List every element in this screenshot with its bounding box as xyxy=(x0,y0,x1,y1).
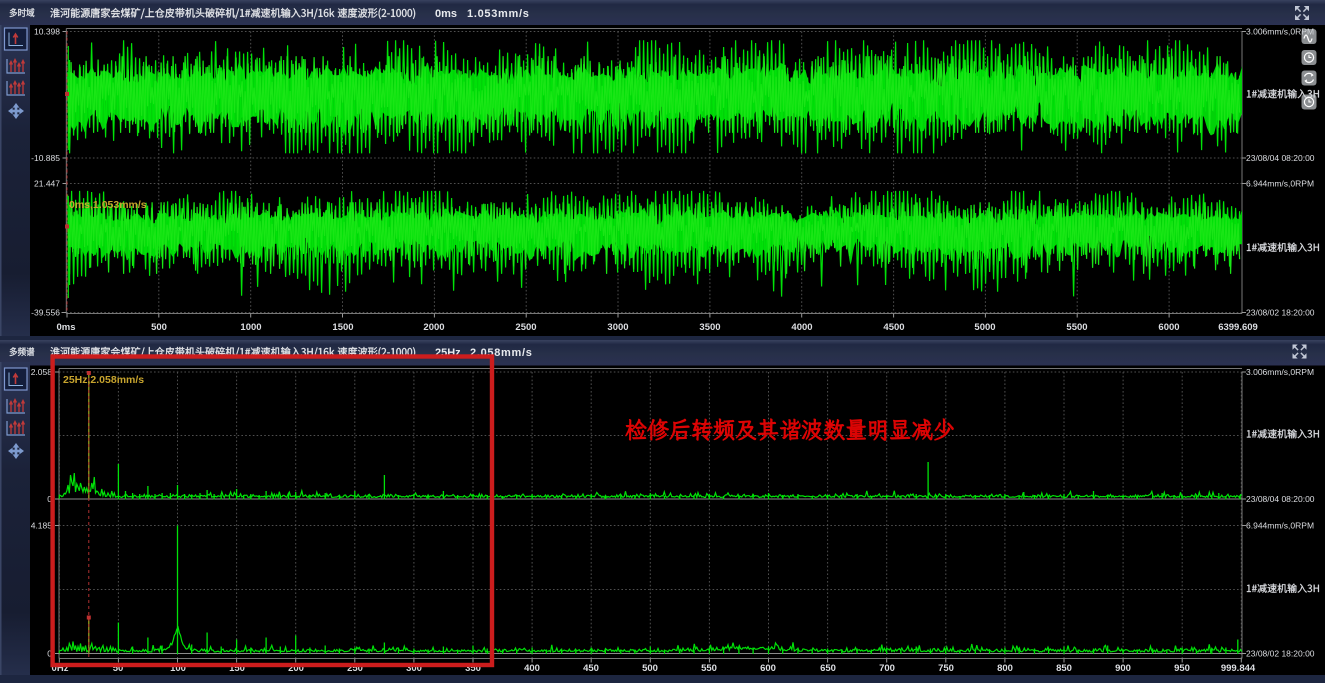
svg-text:2500: 2500 xyxy=(515,322,536,333)
svg-text:500: 500 xyxy=(151,322,167,333)
svg-text:3500: 3500 xyxy=(699,322,720,333)
svg-text:850: 850 xyxy=(1056,663,1072,674)
svg-text:-39.556: -39.556 xyxy=(31,308,60,318)
svg-text:-10.885: -10.885 xyxy=(31,153,60,163)
svg-text:5000: 5000 xyxy=(974,322,995,333)
svg-text:999.844: 999.844 xyxy=(1221,663,1256,674)
svg-text:1500: 1500 xyxy=(332,322,353,333)
svg-text:1.053mm/s: 1.053mm/s xyxy=(467,8,530,20)
svg-text:550: 550 xyxy=(701,663,717,674)
svg-text:6000: 6000 xyxy=(1158,322,1179,333)
svg-text:4500: 4500 xyxy=(883,322,904,333)
svg-text:600: 600 xyxy=(760,663,776,674)
svg-text:2.058: 2.058 xyxy=(31,367,53,377)
svg-text:400: 400 xyxy=(524,663,540,674)
svg-text:23/08/02 18:20:00: 23/08/02 18:20:00 xyxy=(1246,649,1315,659)
svg-text:21.447: 21.447 xyxy=(34,179,60,189)
svg-text:10.398: 10.398 xyxy=(34,27,60,37)
svg-text:2000: 2000 xyxy=(423,322,444,333)
svg-text:0ms: 0ms xyxy=(56,322,75,333)
svg-text:450: 450 xyxy=(583,663,599,674)
svg-text:700: 700 xyxy=(879,663,895,674)
svg-text:750: 750 xyxy=(938,663,954,674)
svg-text:3000: 3000 xyxy=(607,322,628,333)
svg-text:0ms,1.053mm/s: 0ms,1.053mm/s xyxy=(69,199,147,211)
svg-text:950: 950 xyxy=(1174,663,1190,674)
svg-text:23/08/04 08:20:00: 23/08/04 08:20:00 xyxy=(1246,153,1315,163)
svg-text:23/08/04 08:20:00: 23/08/04 08:20:00 xyxy=(1246,494,1315,504)
svg-text:25Hz,2.058mm/s: 25Hz,2.058mm/s xyxy=(63,374,144,386)
svg-text:650: 650 xyxy=(820,663,836,674)
svg-text:800: 800 xyxy=(997,663,1013,674)
svg-text:3.006mm/s,0RPM: 3.006mm/s,0RPM xyxy=(1246,367,1314,377)
svg-text:0ms: 0ms xyxy=(435,8,457,20)
svg-text:1000: 1000 xyxy=(240,322,261,333)
svg-text:4.185: 4.185 xyxy=(31,521,53,531)
svg-text:6399.609: 6399.609 xyxy=(1218,322,1258,333)
svg-text:500: 500 xyxy=(642,663,658,674)
svg-text:4000: 4000 xyxy=(791,322,812,333)
svg-text:23/08/02 18:20:00: 23/08/02 18:20:00 xyxy=(1246,308,1315,318)
svg-text:900: 900 xyxy=(1115,663,1131,674)
svg-text:5500: 5500 xyxy=(1066,322,1087,333)
svg-text:6.944mm/s,0RPM: 6.944mm/s,0RPM xyxy=(1246,521,1314,531)
svg-text:6.944mm/s,0RPM: 6.944mm/s,0RPM xyxy=(1246,179,1314,189)
